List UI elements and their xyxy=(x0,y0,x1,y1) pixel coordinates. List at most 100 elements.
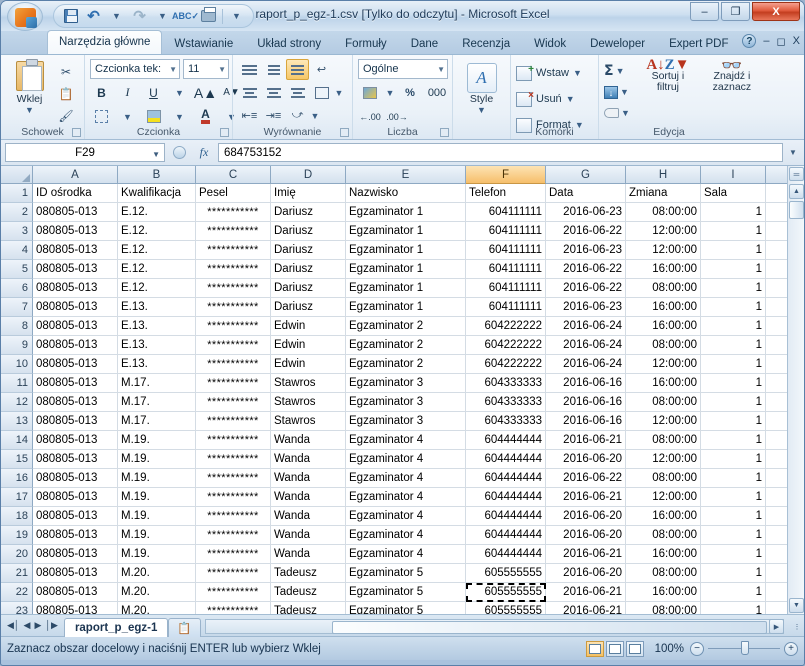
table-cell[interactable]: 16:00:00 xyxy=(626,260,701,279)
number-format-combo[interactable]: Ogólne ▼ xyxy=(358,59,448,79)
italic-button[interactable]: I xyxy=(116,82,139,103)
row-header[interactable]: 7 xyxy=(1,298,33,317)
zoom-handle[interactable] xyxy=(741,641,749,655)
row-header[interactable]: 12 xyxy=(1,393,33,412)
table-cell[interactable]: 2016-06-22 xyxy=(546,260,626,279)
table-cell[interactable]: Dariusz xyxy=(271,260,346,279)
table-cell[interactable]: Wanda xyxy=(271,507,346,526)
table-cell[interactable]: 080805-013 xyxy=(33,412,118,431)
table-cell[interactable]: M.19. xyxy=(118,469,196,488)
table-cell[interactable] xyxy=(766,260,788,279)
align-right-button[interactable] xyxy=(286,82,309,103)
table-cell[interactable]: 2016-06-20 xyxy=(546,450,626,469)
row-header[interactable]: 6 xyxy=(1,279,33,298)
page-layout-view-button[interactable] xyxy=(606,640,624,657)
table-cell[interactable]: Edwin xyxy=(271,336,346,355)
table-cell[interactable]: Egzaminator 2 xyxy=(346,355,466,374)
table-cell[interactable]: 080805-013 xyxy=(33,469,118,488)
orientation-dropdown[interactable]: ▼ xyxy=(310,105,320,126)
align-center-button[interactable] xyxy=(262,82,285,103)
column-header-h[interactable]: H xyxy=(626,166,701,184)
table-cell[interactable]: Egzaminator 2 xyxy=(346,317,466,336)
table-cell[interactable]: E.12. xyxy=(118,203,196,222)
currency-dropdown[interactable]: ▼ xyxy=(385,82,395,103)
table-cell[interactable]: Egzaminator 4 xyxy=(346,507,466,526)
insert-cells-button[interactable]: Wstaw ▼ xyxy=(516,60,582,86)
table-cell[interactable]: 604444444 xyxy=(466,469,546,488)
table-cell[interactable]: 08:00:00 xyxy=(626,336,701,355)
page-break-view-button[interactable] xyxy=(626,640,644,657)
table-cell[interactable]: 604111111 xyxy=(466,203,546,222)
table-cell[interactable]: 08:00:00 xyxy=(626,469,701,488)
table-cell[interactable]: 16:00:00 xyxy=(626,317,701,336)
header-cell[interactable]: Zmiana xyxy=(626,184,701,203)
table-cell[interactable]: Egzaminator 1 xyxy=(346,298,466,317)
zoom-track[interactable] xyxy=(708,641,780,655)
tab-widok[interactable]: Widok xyxy=(522,32,578,54)
row-header[interactable]: 20 xyxy=(1,545,33,564)
sheet-tab-raport[interactable]: raport_p_egz-1 xyxy=(63,617,169,637)
table-cell[interactable]: 080805-013 xyxy=(33,393,118,412)
table-cell[interactable]: M.19. xyxy=(118,488,196,507)
table-cell[interactable]: 080805-013 xyxy=(33,279,118,298)
table-cell[interactable]: 080805-013 xyxy=(33,298,118,317)
align-left-button[interactable] xyxy=(238,82,261,103)
row-header[interactable]: 4 xyxy=(1,241,33,260)
table-cell[interactable]: 12:00:00 xyxy=(626,412,701,431)
header-cell[interactable] xyxy=(766,184,788,203)
table-cell[interactable]: 080805-013 xyxy=(33,336,118,355)
tab-expert-pdf[interactable]: Expert PDF xyxy=(657,32,740,54)
header-cell[interactable]: Kwalifikacja xyxy=(118,184,196,203)
table-cell[interactable]: *********** xyxy=(196,279,271,298)
clear-button[interactable]: ▼ xyxy=(604,103,630,123)
table-cell[interactable] xyxy=(766,279,788,298)
table-cell[interactable]: 16:00:00 xyxy=(626,374,701,393)
table-cell[interactable]: 604111111 xyxy=(466,241,546,260)
table-cell[interactable]: 12:00:00 xyxy=(626,355,701,374)
table-cell[interactable]: Egzaminator 4 xyxy=(346,526,466,545)
row-header[interactable]: 1 xyxy=(1,184,33,203)
table-cell[interactable]: Wanda xyxy=(271,488,346,507)
table-cell[interactable]: 2016-06-16 xyxy=(546,412,626,431)
expand-formula-bar-button[interactable]: ▼ xyxy=(786,148,800,157)
table-cell[interactable]: Stawros xyxy=(271,412,346,431)
table-cell[interactable]: E.13. xyxy=(118,298,196,317)
zoom-slider[interactable]: − + xyxy=(690,641,798,656)
table-cell[interactable]: *********** xyxy=(196,545,271,564)
table-cell[interactable]: 2016-06-21 xyxy=(546,431,626,450)
tab-recenzja[interactable]: Recenzja xyxy=(450,32,522,54)
table-cell[interactable]: 1 xyxy=(701,222,766,241)
table-cell[interactable]: Edwin xyxy=(271,355,346,374)
table-cell[interactable]: 2016-06-16 xyxy=(546,393,626,412)
table-cell[interactable]: Egzaminator 1 xyxy=(346,260,466,279)
table-cell[interactable]: 1 xyxy=(701,355,766,374)
table-cell[interactable]: 1 xyxy=(701,412,766,431)
table-cell[interactable]: *********** xyxy=(196,203,271,222)
table-cell[interactable]: 604111111 xyxy=(466,222,546,241)
increase-decimal-button[interactable]: ←.00 xyxy=(358,106,382,127)
font-dialog-launcher[interactable] xyxy=(220,128,229,137)
table-cell[interactable]: Wanda xyxy=(271,545,346,564)
table-cell[interactable]: 604444444 xyxy=(466,450,546,469)
normal-view-button[interactable] xyxy=(586,640,604,657)
table-cell[interactable]: Wanda xyxy=(271,431,346,450)
table-cell[interactable]: E.12. xyxy=(118,260,196,279)
table-cell[interactable]: 604444444 xyxy=(466,488,546,507)
table-cell[interactable]: 2016-06-20 xyxy=(546,526,626,545)
table-cell[interactable]: 1 xyxy=(701,279,766,298)
table-cell[interactable]: 604111111 xyxy=(466,279,546,298)
cut-button[interactable]: ✂ xyxy=(56,62,76,81)
split-handle[interactable]: ═ xyxy=(789,167,804,181)
table-cell[interactable]: 2016-06-21 xyxy=(546,545,626,564)
table-cell[interactable]: 2016-06-23 xyxy=(546,203,626,222)
table-cell[interactable]: 2016-06-23 xyxy=(546,241,626,260)
header-cell[interactable]: Telefon xyxy=(466,184,546,203)
column-header-g[interactable]: G xyxy=(546,166,626,184)
decrease-decimal-button[interactable]: .00→ xyxy=(385,106,409,127)
underline-button[interactable]: U xyxy=(142,82,165,103)
table-cell[interactable]: M.19. xyxy=(118,450,196,469)
table-cell[interactable]: 1 xyxy=(701,488,766,507)
scroll-up-button[interactable]: ▲ xyxy=(789,184,804,199)
table-cell[interactable]: 2016-06-24 xyxy=(546,336,626,355)
table-cell[interactable]: M.17. xyxy=(118,374,196,393)
